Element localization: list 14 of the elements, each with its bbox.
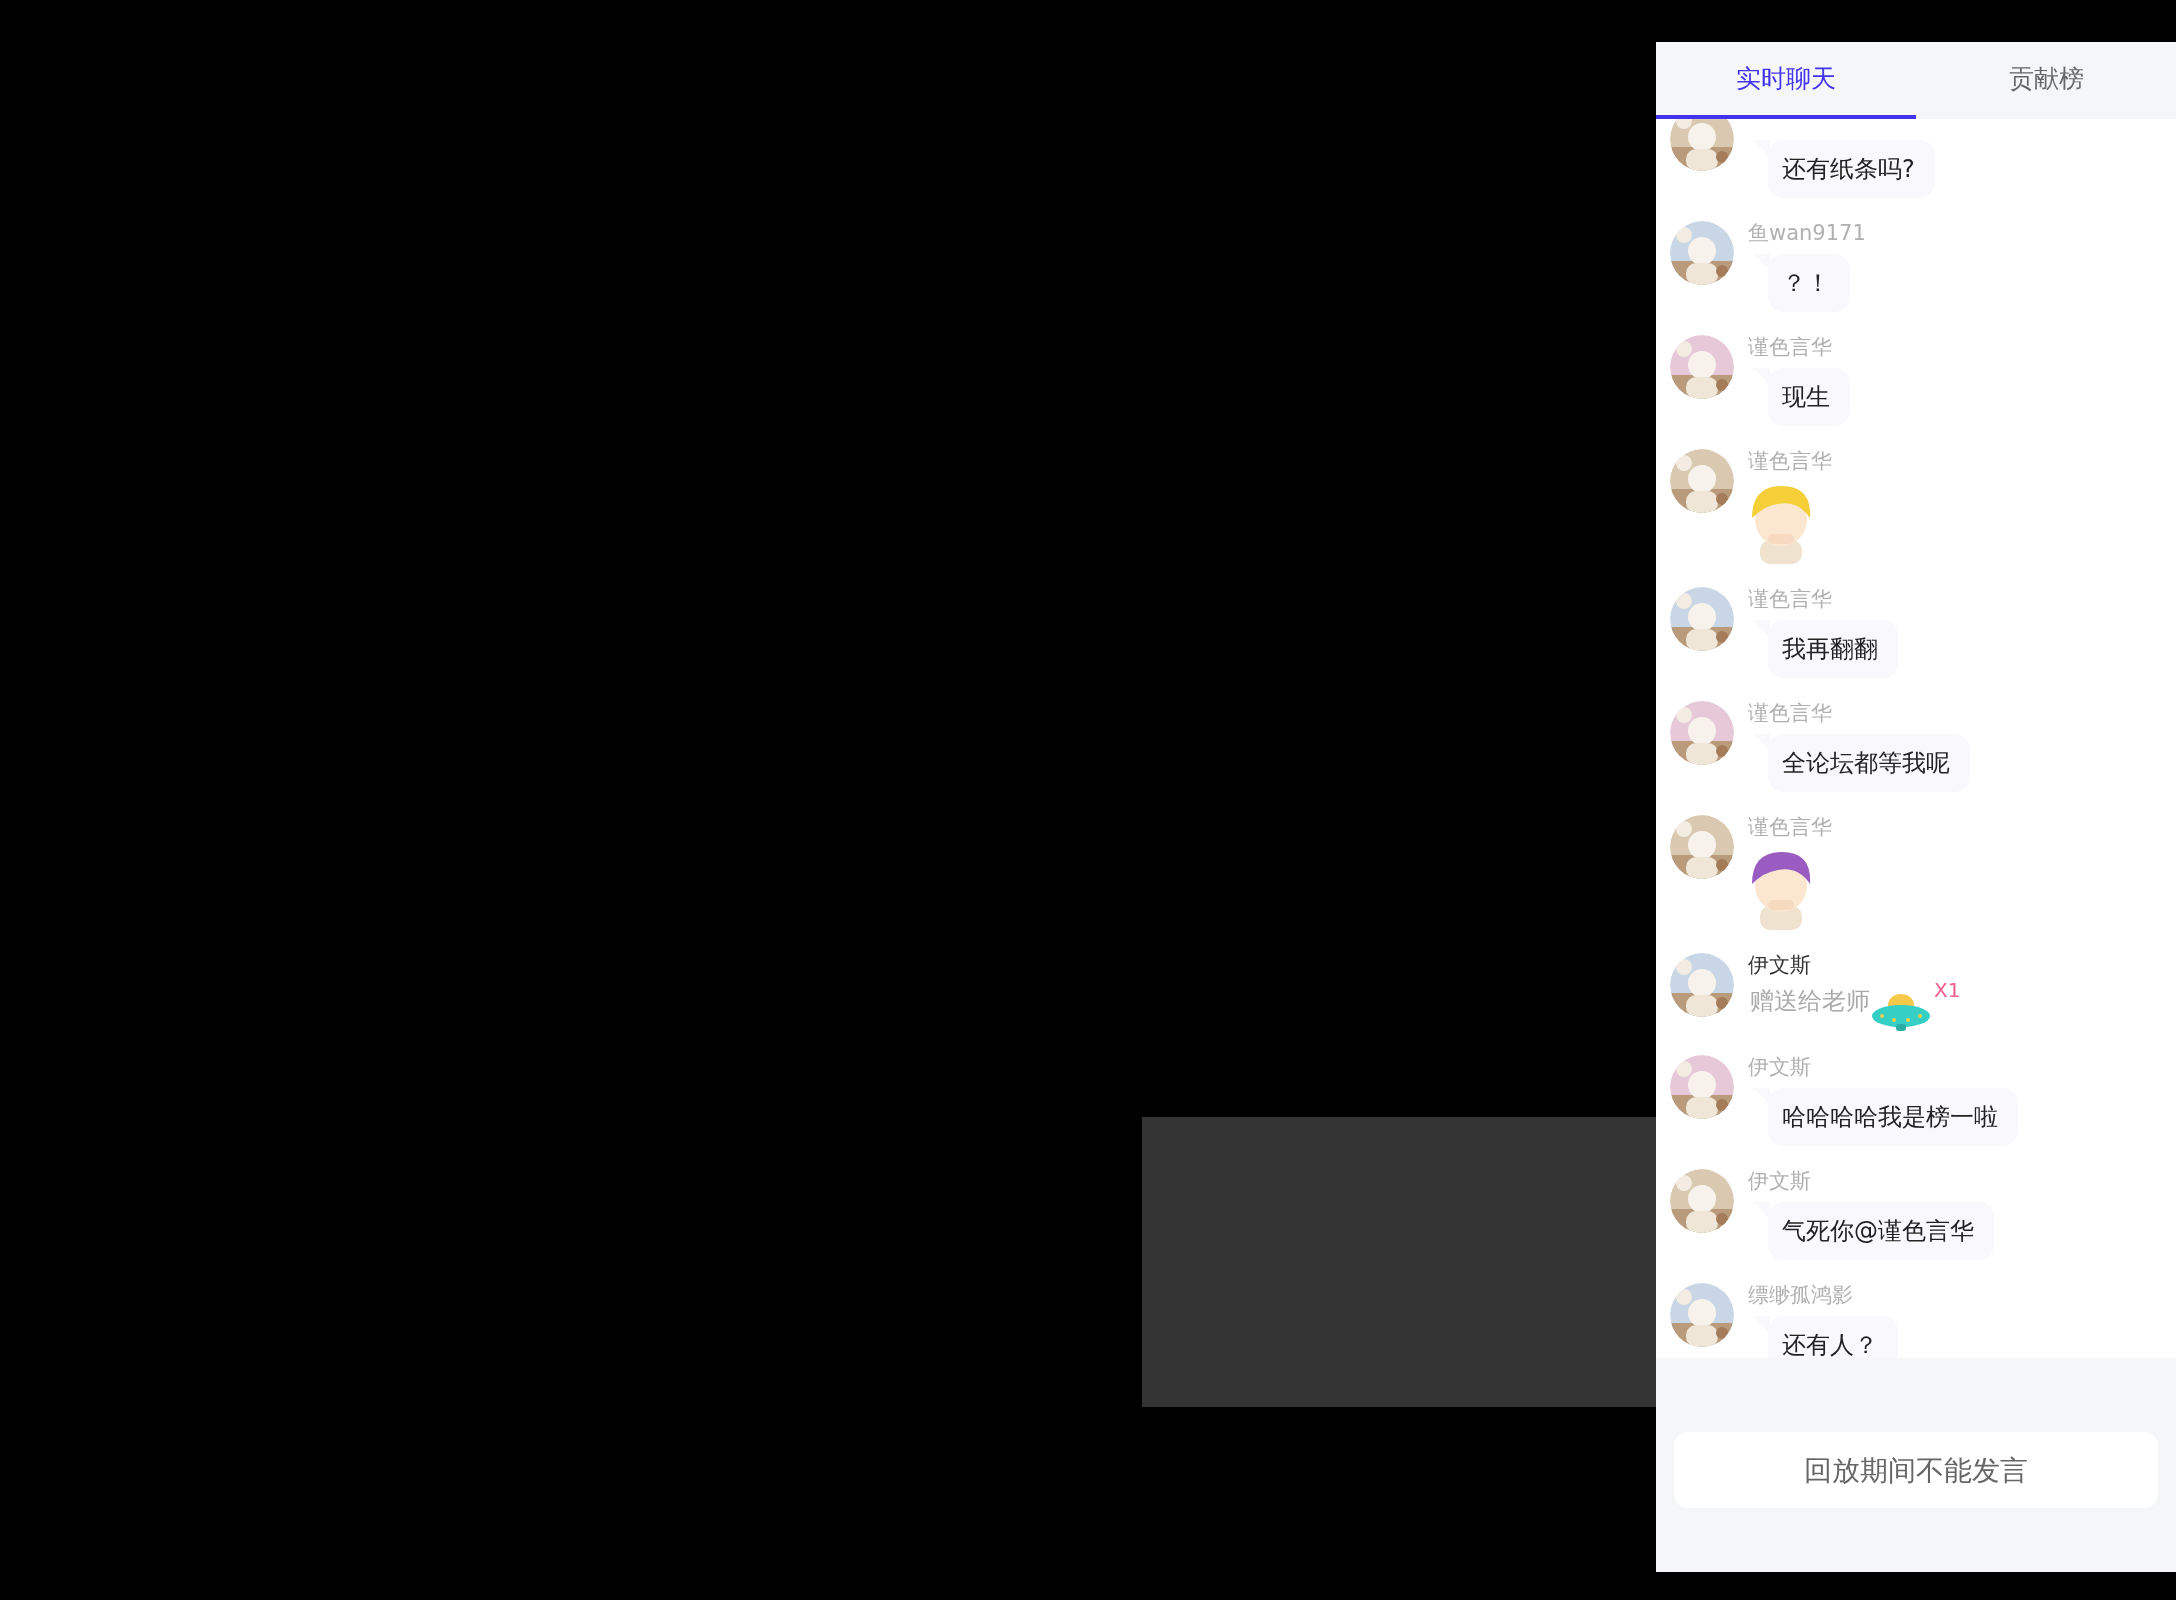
user-name: 鱼wan9171 <box>1748 220 1867 247</box>
user-name: 缥缈孤鸿影 <box>1748 1282 1854 1309</box>
gift-text: 赠送给老师 <box>1750 986 1870 1017</box>
user-name: 伊文斯 <box>1748 1168 1812 1195</box>
user-name: 谨色言华 <box>1748 814 1833 841</box>
chat-input[interactable]: 回放期间不能发言 <box>1674 1432 2158 1508</box>
tab[interactable]: 贡献榜 <box>1916 42 2176 119</box>
user-name: 伊文斯 <box>1748 952 1812 979</box>
user-name: 谨色言华 <box>1748 700 1833 727</box>
user-name: 伊文斯 <box>1748 1054 1812 1081</box>
gift-count: X1 <box>1934 980 1961 1000</box>
user-name: 谨色言华 <box>1748 586 1833 613</box>
user-name: 谨色言华 <box>1748 334 1833 361</box>
user-name: 谨色言华 <box>1748 448 1833 475</box>
